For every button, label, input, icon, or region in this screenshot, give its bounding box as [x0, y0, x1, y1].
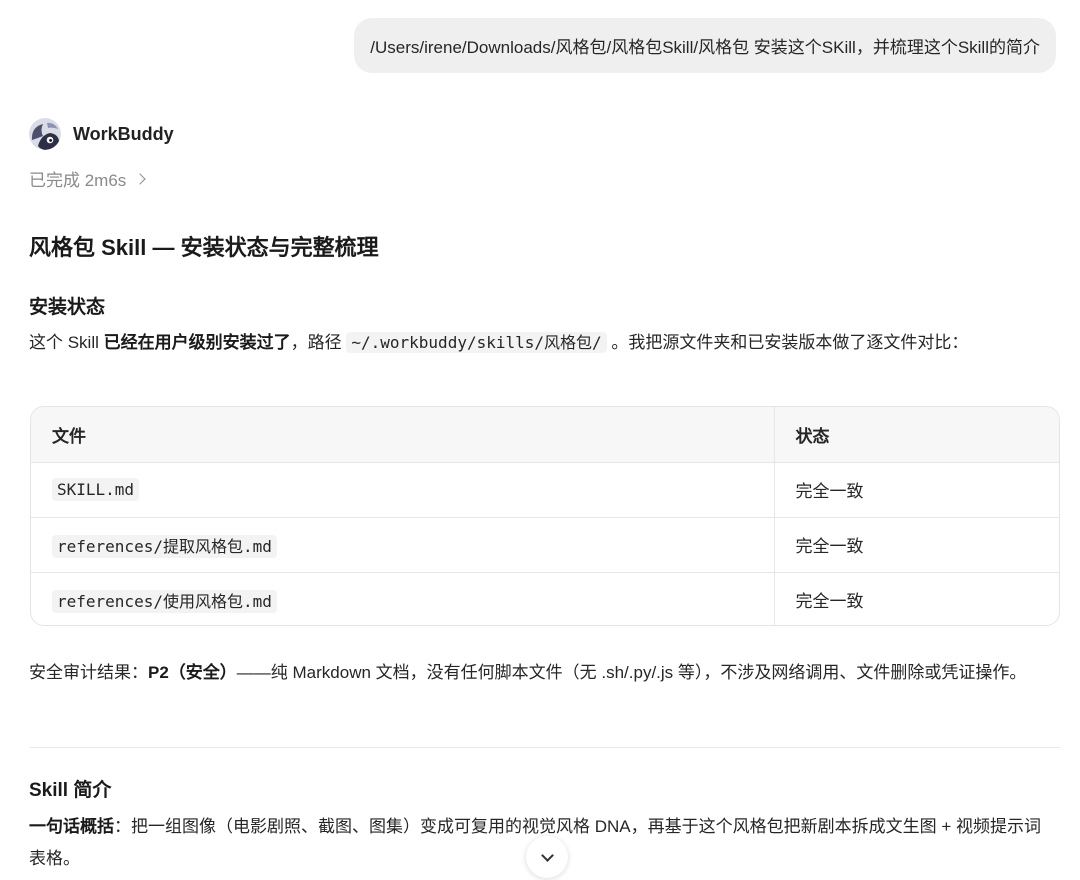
chevron-right-icon [134, 172, 146, 185]
scroll-to-bottom-button[interactable] [526, 836, 568, 878]
agent-header: WorkBuddy [29, 118, 174, 150]
install-status-text: 这个 Skill 已经在用户级别安装过了，路径 ~/.workbuddy/ski… [29, 332, 969, 353]
table-header-status: 状态 [774, 407, 1059, 463]
table-cell-status: 完全一致 [795, 592, 864, 612]
response-title: 风格包 Skill — 安装状态与完整梳理 [29, 235, 379, 260]
task-status-text: 已完成 2m6s [29, 171, 127, 190]
table-row: references/使用风格包.md 完全一致 [31, 572, 1059, 625]
security-audit-text: 安全审计结果：P2（安全）——纯 Markdown 文档，没有任何脚本文件（无 … [29, 663, 1027, 682]
chevron-down-icon [540, 848, 554, 862]
table-cell-status: 完全一致 [774, 462, 1059, 518]
table-header-file: 文件 [31, 407, 775, 463]
section-divider [30, 747, 1060, 748]
table-cell-file: references/使用风格包.md [31, 572, 775, 625]
workbuddy-avatar-icon [29, 118, 61, 150]
table-header-row: 文件 状态 [31, 407, 1059, 463]
table-cell-status: 完全一致 [774, 517, 1059, 573]
install-path-code: ~/.workbuddy/skills/风格包/ [346, 332, 607, 353]
task-status-toggle[interactable]: 已完成 2m6s [29, 166, 146, 191]
agent-name: WorkBuddy [73, 123, 174, 144]
intro-label: 一句话概括 [29, 817, 114, 836]
file-comparison-table: 文件 状态 SKILL.md 完全一致 references/提取风格包.md … [30, 406, 1060, 626]
skill-intro-heading: Skill 简介 [29, 780, 112, 801]
table-row: references/提取风格包.md 完全一致 [31, 517, 1059, 573]
file-name-code: references/提取风格包.md [52, 534, 277, 558]
user-message-bubble: /Users/irene/Downloads/风格包/风格包Skill/风格包 … [354, 18, 1056, 73]
audit-level: P2（安全） [148, 663, 237, 682]
table-row: SKILL.md 完全一致 [31, 462, 1059, 518]
install-status-heading: 安装状态 [29, 297, 106, 318]
install-status-bold: 已经在用户级别安装过了 [103, 333, 291, 352]
table-cell-file: references/提取风格包.md [31, 517, 775, 573]
user-message-text: /Users/irene/Downloads/风格包/风格包Skill/风格包 … [370, 38, 1040, 57]
file-name-code: references/使用风格包.md [52, 589, 277, 613]
file-name-code: SKILL.md [52, 477, 140, 501]
table-cell-file: SKILL.md [31, 462, 775, 518]
